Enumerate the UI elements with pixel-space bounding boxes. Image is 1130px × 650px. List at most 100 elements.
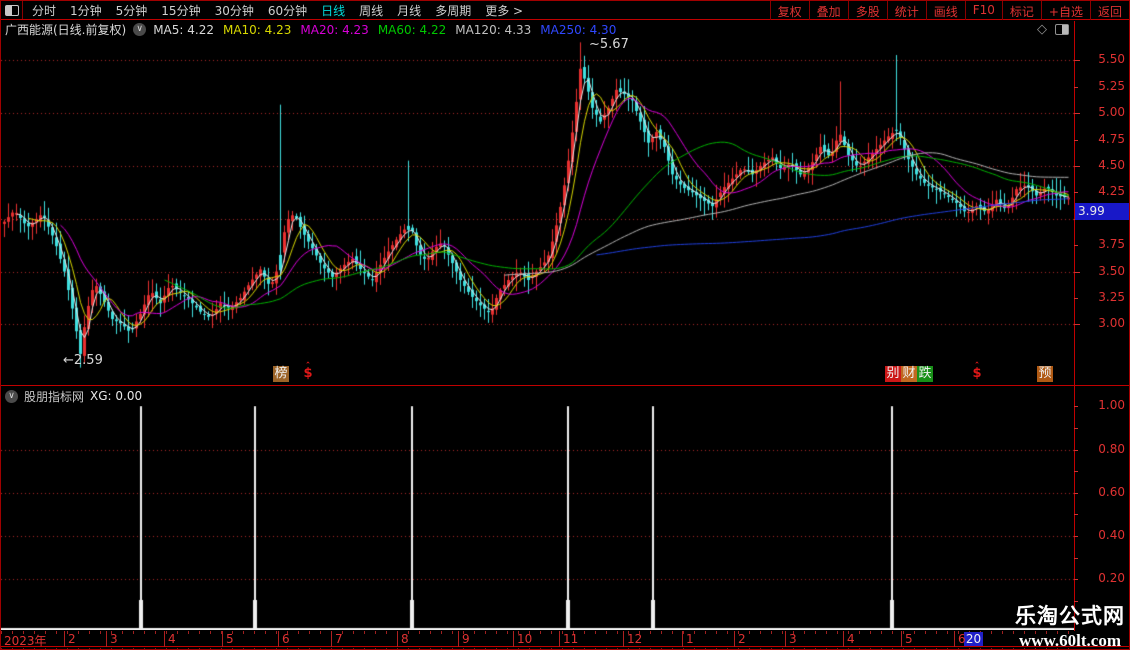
ma-legend: MA5: 4.22 MA10: 4.23 MA20: 4.23 MA60: 4.22 M… [153, 23, 625, 37]
period-tab-5分钟[interactable]: 5分钟 [116, 2, 148, 19]
price-axis-tick [1074, 60, 1080, 61]
price-axis-label: 3.00 [1098, 316, 1125, 331]
high-price-label: ~5.67 [589, 37, 629, 52]
price-axis-tick [1074, 272, 1080, 273]
chevron-down-icon[interactable]: ∨ [133, 23, 147, 36]
price-axis-label: 5.50 [1098, 52, 1125, 67]
indicator-axis-tick [1074, 450, 1078, 451]
month-label-6: 6 [958, 632, 966, 646]
toolbar-right-menu: 复权 叠加 多股 统计 画线 F10 标记 +自选 返回 [769, 1, 1129, 20]
period-tab-月线[interactable]: 月线 [397, 2, 421, 19]
stamp-badge-$: ˆ $ [303, 362, 313, 381]
watermark-title: 乐淘公式网 [1015, 604, 1125, 628]
indicator-axis-label: 0.20 [1098, 571, 1125, 586]
date-axis-ticks [1, 631, 1074, 634]
price-axis-tick [1074, 166, 1080, 167]
indicator-axis-tick [1074, 536, 1078, 537]
period-tab-日线[interactable]: 日线 [321, 2, 345, 19]
toolbar-button-多股[interactable]: 多股 [847, 1, 887, 20]
date-axis[interactable]: 20 2023年 2 3 4 5 6 7 8 9 10 11 12 1 2 3 4 5 6 [1, 631, 1129, 648]
month-divider [458, 631, 459, 647]
toolbar-button-标记[interactable]: 标记 [1001, 1, 1041, 20]
month-divider [222, 631, 223, 647]
watermark: 乐淘公式网 www.60lt.com [1015, 600, 1125, 650]
month-divider [843, 631, 844, 647]
ma-value-label: MA10: 4.23 [222, 22, 292, 37]
price-axis-label: 4.50 [1098, 157, 1125, 172]
app-window: 分时 1分钟 5分钟 15分钟 30分钟 60分钟 日线 周线 月线 多周期 更多 > 复权 叠加 多股… [0, 0, 1130, 650]
layout-toggle-icon[interactable] [1, 1, 23, 19]
month-divider [623, 631, 624, 647]
toolbar-button-返回[interactable]: 返回 [1089, 1, 1129, 20]
candlestick-chart[interactable] [1, 39, 1074, 385]
main-chart-header: 广西能源(日线.前复权) ∨ MA5: 4.22 MA10: 4.23 MA20: … [1, 21, 1074, 38]
month-label-10: 10 [517, 632, 533, 646]
xg-indicator-chart[interactable] [1, 406, 1074, 630]
month-divider [397, 631, 398, 647]
stamp-badge-财: 财 [901, 366, 917, 382]
panel-divider [1, 385, 1129, 386]
price-axis-tick [1074, 192, 1078, 193]
indicator-axis-tick [1074, 428, 1078, 429]
indicator-axis-tick [1074, 406, 1078, 407]
month-divider [331, 631, 332, 647]
month-label-7: 7 [335, 632, 343, 646]
header-icons: ◇ [1037, 23, 1069, 36]
period-tab-15分钟[interactable]: 15分钟 [161, 2, 200, 19]
ma-value-label: MA60: 4.22 [377, 22, 447, 37]
price-axis-tick [1074, 324, 1080, 325]
toolbar-button-+自选[interactable]: +自选 [1040, 1, 1090, 20]
month-label-9: 9 [462, 632, 470, 646]
toolbar-button-统计[interactable]: 统计 [886, 1, 926, 20]
indicator-axis-tick [1074, 493, 1078, 494]
sub-chart-header: ∨ 股朋指标网 XG: 0.00 [1, 388, 142, 404]
month-label-4: 4 [847, 632, 855, 646]
month-label-2: 2 [68, 632, 76, 646]
period-tab-1分钟[interactable]: 1分钟 [70, 2, 102, 19]
month-label-1: 1 [686, 632, 694, 646]
month-divider [513, 631, 514, 647]
low-price-label: ←2.59 [63, 353, 103, 368]
toolbar-button-F10[interactable]: F10 [964, 1, 1002, 20]
month-label-6: 6 [282, 632, 290, 646]
ma-value-label: MA120: 4.33 [455, 22, 532, 37]
diamond-icon[interactable]: ◇ [1037, 23, 1047, 36]
stamp-badge-别: 别 [885, 366, 901, 382]
xg-value-label: XG: 0.00 [90, 389, 143, 403]
month-divider [64, 631, 65, 647]
month-divider [164, 631, 165, 647]
period-tab-周线[interactable]: 周线 [359, 2, 383, 19]
stock-title: 广西能源(日线.前复权) [5, 23, 127, 37]
stamp-badge-$: ˆ $ [972, 362, 982, 381]
price-axis-label: 3.50 [1098, 263, 1125, 278]
toolbar-button-画线[interactable]: 画线 [925, 1, 965, 20]
month-label-4: 4 [168, 632, 176, 646]
indicator-axis-label: 0.80 [1098, 441, 1125, 456]
month-divider [278, 631, 279, 647]
chevron-down-icon[interactable]: ∨ [5, 389, 18, 403]
period-tab-分时[interactable]: 分时 [32, 2, 56, 19]
ma-value-label: MA5: 4.22 [153, 22, 214, 37]
price-axis-label: 5.00 [1098, 105, 1125, 120]
price-axis-line [1074, 21, 1075, 647]
period-tab-30分钟[interactable]: 30分钟 [215, 2, 254, 19]
period-tab-60分钟[interactable]: 60分钟 [268, 2, 307, 19]
period-tab-多周期[interactable]: 多周期 [435, 2, 471, 19]
indicator-axis-tick [1074, 558, 1078, 559]
watermark-url: www.60lt.com [1019, 631, 1121, 650]
month-label-2: 2 [738, 632, 746, 646]
month-divider [682, 631, 683, 647]
month-label-5: 5 [905, 632, 913, 646]
indicator-axis-tick [1074, 579, 1078, 580]
toolbar-button-叠加[interactable]: 叠加 [808, 1, 848, 20]
bar-count-badge: 20 [964, 632, 983, 646]
toolbar-button-复权[interactable]: 复权 [769, 1, 809, 20]
month-divider [954, 631, 955, 647]
month-divider [785, 631, 786, 647]
period-tab-更多 >[interactable]: 更多 > [485, 2, 523, 19]
month-label-3: 3 [789, 632, 797, 646]
stamp-badge-预: 预 [1037, 366, 1053, 382]
price-axis-label: 3.75 [1098, 237, 1125, 252]
month-label-3: 3 [110, 632, 118, 646]
panel-toggle-icon[interactable] [1055, 24, 1069, 35]
